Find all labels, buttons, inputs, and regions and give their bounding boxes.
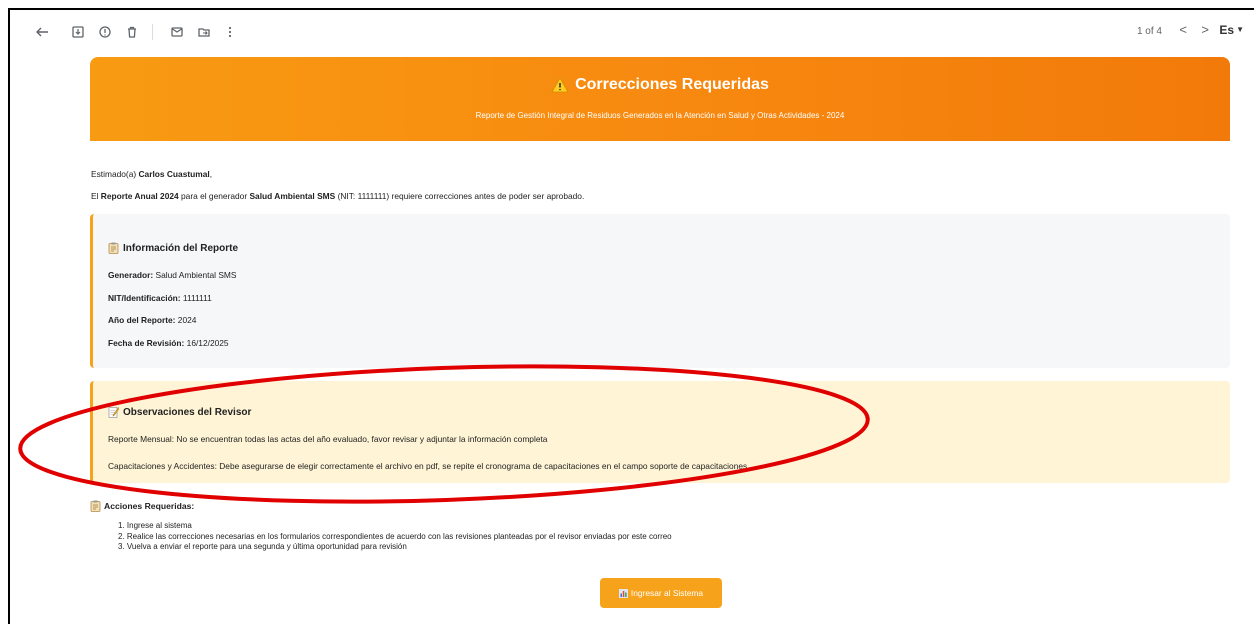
- list-item: 2. Realice las correcciones necesarias e…: [118, 531, 672, 541]
- report-info-title: Información del Reporte: [108, 242, 238, 254]
- warning-icon: [551, 77, 569, 93]
- email-toolbar: 1 of 4 < > Es ▼: [10, 10, 1254, 54]
- required-actions-list: 1. Ingrese al sistema 2. Realice las cor…: [118, 521, 672, 553]
- email-header-banner: Correcciones Requeridas Reporte de Gesti…: [90, 57, 1230, 141]
- info-row-nit: NIT/Identificación: 1111111: [108, 293, 212, 303]
- report-info-box: Información del Reporte Generador: Salud…: [90, 214, 1230, 368]
- banner-subtitle: Reporte de Gestión Integral de Residuos …: [475, 111, 845, 120]
- greeting: Estimado(a) Carlos Cuastumal,: [91, 169, 213, 179]
- report-spam-icon[interactable]: [95, 22, 115, 42]
- caret-down-icon: ▼: [1236, 25, 1244, 34]
- required-actions-title: Acciones Requeridas:: [90, 500, 194, 512]
- email-view: 1 of 4 < > Es ▼ Correcciones Requeridas R…: [8, 8, 1254, 624]
- banner-title: Correcciones Requeridas: [90, 76, 1230, 94]
- list-item: 3. Vuelva a enviar el reporte para una s…: [118, 542, 407, 551]
- banner-title-text: Correcciones Requeridas: [575, 76, 769, 93]
- pager-count: 1 of 4: [1136, 26, 1162, 37]
- language-selector[interactable]: Es ▼: [1219, 23, 1244, 37]
- info-row-generator: Generador: Salud Ambiental SMS: [108, 270, 237, 280]
- observation-line: Reporte Mensual: No se encuentran todas …: [108, 434, 548, 444]
- reviewer-observations-box: Observaciones del Revisor Reporte Mensua…: [90, 381, 1230, 483]
- move-to-icon[interactable]: [194, 22, 214, 42]
- archive-icon[interactable]: [68, 22, 88, 42]
- prev-email-icon[interactable]: <: [1179, 22, 1187, 37]
- list-item: 1. Ingrese al sistema: [118, 521, 192, 530]
- observations-title: Observaciones del Revisor: [108, 406, 251, 418]
- enter-system-button[interactable]: Ingresar al Sistema: [600, 578, 722, 608]
- delete-icon[interactable]: [122, 22, 142, 42]
- observation-line: Capacitaciones y Accidentes: Debe asegur…: [108, 461, 748, 471]
- clipboard-icon: [108, 242, 119, 254]
- intro-paragraph: El Reporte Anual 2024 para el generador …: [91, 191, 585, 201]
- memo-icon: [108, 407, 119, 418]
- more-icon[interactable]: [220, 22, 240, 42]
- info-row-review-date: Fecha de Revisión: 16/12/2025: [108, 338, 229, 348]
- back-icon[interactable]: [32, 22, 52, 42]
- mark-unread-icon[interactable]: [167, 22, 187, 42]
- info-row-year: Año del Reporte: 2024: [108, 315, 197, 325]
- next-email-icon[interactable]: >: [1201, 22, 1209, 37]
- bar-chart-icon: [618, 588, 628, 598]
- clipboard-icon: [90, 500, 101, 512]
